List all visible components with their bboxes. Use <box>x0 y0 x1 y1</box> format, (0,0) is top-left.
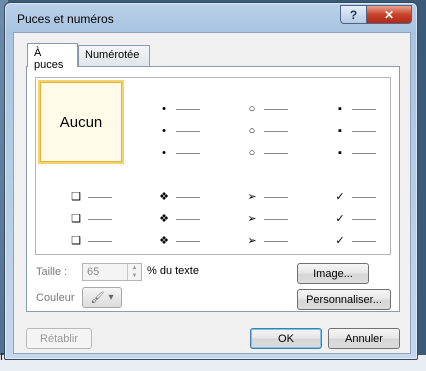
bullets-tab-panel: Aucun • • • ○ ○ ○ ▪ ▪ ▪ ❑ ❑ ❑ ❖ ❖ ❖ ➢ ➢ … <box>26 66 400 312</box>
help-icon: ? <box>349 7 358 22</box>
bullets-numbering-dialog: Puces et numéros ? ✕ À puces Numérotée A… <box>4 2 418 360</box>
bullet-line <box>88 241 112 242</box>
bullet-option-hollow-square[interactable]: ❑ ❑ ❑ <box>70 192 112 247</box>
bullet-line <box>352 197 376 198</box>
size-value: 65 <box>87 266 100 278</box>
check-bullet-icon: ✓ <box>335 213 345 225</box>
color-picker-button[interactable]: 🖌 ▾ <box>82 287 122 308</box>
bullet-line <box>352 153 376 154</box>
size-unit-label: % du texte <box>147 265 199 277</box>
bullet-option-circle[interactable]: ○ ○ ○ <box>246 104 288 159</box>
bullet-option-diamonds[interactable]: ❖ ❖ ❖ <box>158 192 200 247</box>
bullet-line <box>264 219 288 220</box>
bullet-line <box>176 153 200 154</box>
tab-bulleted[interactable]: À puces <box>27 43 78 71</box>
bullet-option-none[interactable]: Aucun <box>38 80 124 164</box>
bullet-line <box>264 109 288 110</box>
bullet-line <box>264 131 288 132</box>
help-button[interactable]: ? <box>340 5 366 24</box>
ok-button[interactable]: OK <box>250 328 322 349</box>
bullet-option-dot[interactable]: • • • <box>158 104 200 159</box>
tab-label: À puces <box>34 47 64 71</box>
cancel-button-label: Annuler <box>345 332 383 345</box>
circle-bullet-icon: ○ <box>248 103 256 115</box>
stepper-down-icon[interactable]: ▼ <box>128 272 141 280</box>
bullet-none-label: Aucun <box>59 113 103 131</box>
size-label: Taille : <box>36 266 68 278</box>
size-stepper-buttons: ▲ ▼ <box>127 264 141 280</box>
bullet-line <box>352 219 376 220</box>
customize-button-label: Personnaliser... <box>306 293 382 306</box>
ok-button-label: OK <box>278 332 294 345</box>
color-label: Couleur <box>36 292 75 304</box>
customize-button[interactable]: Personnaliser... <box>297 289 391 310</box>
bullet-line <box>176 131 200 132</box>
check-bullet-icon: ✓ <box>335 235 345 247</box>
close-icon: ✕ <box>383 7 395 22</box>
reset-button-label: Rétablir <box>40 332 78 345</box>
size-stepper[interactable]: 65 ▲ ▼ <box>82 263 142 281</box>
square-bullet-icon: ▪ <box>338 147 342 159</box>
bullet-line <box>176 241 200 242</box>
cancel-button[interactable]: Annuler <box>328 328 400 349</box>
square-bullet-icon: ▪ <box>338 103 342 115</box>
diamonds-bullet-icon: ❖ <box>159 235 169 247</box>
dialog-body: À puces Numérotée Aucun • • • ○ ○ ○ ▪ ▪ … <box>13 32 411 354</box>
bullet-option-arrow[interactable]: ➢ ➢ ➢ <box>246 192 288 247</box>
bullet-line <box>352 241 376 242</box>
diamonds-bullet-icon: ❖ <box>159 191 169 203</box>
bullet-line <box>176 197 200 198</box>
image-button[interactable]: Image... <box>297 263 369 284</box>
dot-bullet-icon: • <box>162 103 166 115</box>
square-bullet-icon: ▪ <box>338 125 342 137</box>
dialog-title: Puces et numéros <box>17 12 114 26</box>
circle-bullet-icon: ○ <box>248 147 256 159</box>
bullet-line <box>88 197 112 198</box>
hollow-square-bullet-icon: ❑ <box>71 213 81 225</box>
bullet-line <box>176 109 200 110</box>
close-button[interactable]: ✕ <box>366 5 412 24</box>
bullet-line <box>88 219 112 220</box>
bullet-gallery: Aucun • • • ○ ○ ○ ▪ ▪ ▪ ❑ ❑ ❑ ❖ ❖ ❖ ➢ ➢ … <box>35 77 391 255</box>
bullet-line <box>352 131 376 132</box>
dot-bullet-icon: • <box>162 147 166 159</box>
bullet-line <box>176 219 200 220</box>
tab-label: Numérotée <box>85 49 140 61</box>
circle-bullet-icon: ○ <box>248 125 256 137</box>
arrow-bullet-icon: ➢ <box>247 213 257 225</box>
arrow-bullet-icon: ➢ <box>247 235 257 247</box>
check-bullet-icon: ✓ <box>335 191 345 203</box>
stepper-up-icon[interactable]: ▲ <box>128 264 141 272</box>
paint-bucket-icon: 🖌 <box>90 292 105 304</box>
dot-bullet-icon: • <box>162 125 166 137</box>
bullet-option-square[interactable]: ▪ ▪ ▪ <box>334 104 376 159</box>
bullet-line <box>352 109 376 110</box>
hollow-square-bullet-icon: ❑ <box>71 235 81 247</box>
hollow-square-bullet-icon: ❑ <box>71 191 81 203</box>
bullet-option-check[interactable]: ✓ ✓ ✓ <box>334 192 376 247</box>
arrow-bullet-icon: ➢ <box>247 191 257 203</box>
bullet-line <box>264 241 288 242</box>
chevron-down-icon: ▾ <box>108 292 114 303</box>
reset-button[interactable]: Rétablir <box>26 328 92 349</box>
image-button-label: Image... <box>313 267 353 280</box>
bullet-line <box>264 197 288 198</box>
tab-numbered[interactable]: Numérotée <box>78 45 150 66</box>
bullet-line <box>264 153 288 154</box>
diamonds-bullet-icon: ❖ <box>159 213 169 225</box>
